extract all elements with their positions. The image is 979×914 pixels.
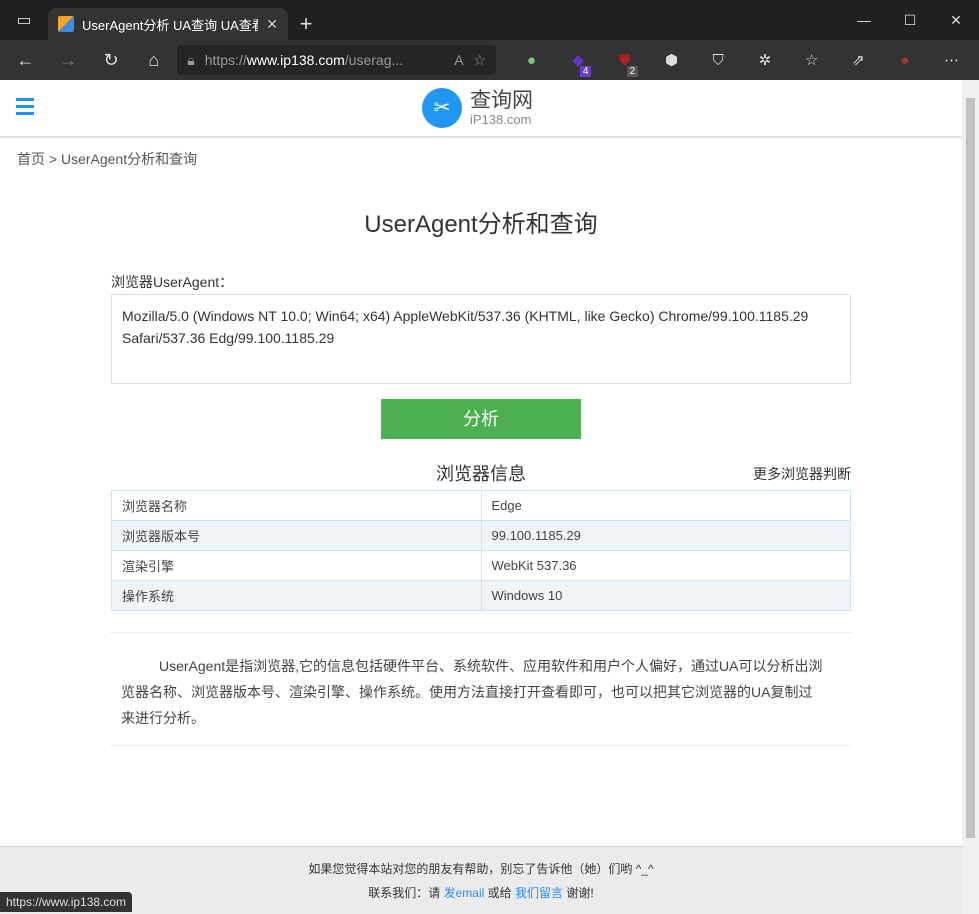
useragent-input[interactable]: Mozilla/5.0 (Windows NT 10.0; Win64; x64… [111, 294, 851, 384]
extension-badge: 4 [579, 66, 592, 77]
extensions-icon[interactable]: ✲ [744, 51, 787, 69]
close-tab-icon[interactable]: ✕ [266, 16, 278, 33]
row-label: 操作系统 [111, 580, 482, 611]
site-logo[interactable]: ✂ 查询网 iP138.com [422, 88, 533, 128]
page-title: UserAgent分析和查询 [364, 211, 598, 238]
email-link[interactable]: 发email [444, 886, 485, 900]
url-path: /userag... [344, 52, 404, 68]
scrollbar-thumb[interactable] [966, 98, 975, 838]
extension-badge: 2 [626, 65, 639, 77]
ua-label: 浏览器UserAgent： [111, 274, 234, 290]
extension-icon[interactable]: ◆ 4 [557, 51, 600, 77]
tools-icon: ✂ [422, 88, 462, 128]
row-label: 浏览器名称 [111, 490, 482, 521]
maximize-icon[interactable]: ☐ [887, 0, 933, 40]
read-aloud-icon[interactable]: A [454, 52, 463, 68]
title-bar: ▭ UserAgent分析 UA查询 UA查看 ✕ + — ☐ ✕ [0, 0, 979, 40]
status-bar: https://www.ip138.com [0, 892, 133, 912]
logo-name: 查询网 [470, 88, 533, 112]
extension-icon[interactable]: ⛉ [697, 52, 740, 69]
row-label: 渲染引擎 [111, 550, 482, 581]
profile-avatar[interactable]: ● [884, 52, 927, 69]
table-row: 操作系统 Windows 10 [111, 580, 851, 611]
message-link[interactable]: 我们留言 [515, 886, 563, 900]
info-table: 浏览器名称 Edge 浏览器版本号 99.100.1185.29 渲染引擎 WebKi… [111, 490, 851, 611]
address-bar[interactable]: 🔒︎ https://www.ip138.com/userag... A ☆ [177, 45, 497, 75]
minimize-icon[interactable]: — [841, 0, 887, 40]
scrollbar[interactable] [962, 80, 979, 914]
or-text: 或给 [487, 886, 512, 900]
favicon-icon [58, 16, 74, 32]
home-icon[interactable]: ⌂ [134, 50, 173, 71]
url-prefix: https:// [204, 52, 247, 68]
close-window-icon[interactable]: ✕ [933, 0, 979, 40]
share-icon[interactable]: ⇗ [837, 51, 880, 69]
description: UserAgent是指浏览器,它的信息包括硬件平台、系统软件、应用软件和用户个人… [111, 632, 851, 746]
more-link[interactable]: 更多浏览器判断 [753, 464, 851, 484]
row-label: 浏览器版本号 [111, 520, 482, 551]
refresh-icon[interactable]: ↻ [92, 50, 131, 71]
footer-text: 如果您觉得本站对您的朋友有帮助，别忘了告诉他（她）们哟 ^_^ [308, 862, 654, 876]
row-value: WebKit 537.36 [480, 550, 851, 581]
contact-text: 联系我们：请 [368, 886, 441, 900]
extension-icon[interactable]: ● [510, 52, 553, 69]
new-tab-icon[interactable]: + [288, 8, 324, 40]
table-row: 浏览器名称 Edge [111, 490, 851, 521]
site-header: ✂ 查询网 iP138.com [0, 80, 962, 137]
logo-domain: iP138.com [470, 111, 532, 127]
tab-actions-icon[interactable]: ▭ [0, 0, 48, 40]
extension-icon[interactable]: ⬢ [650, 51, 693, 69]
table-row: 渲染引擎 WebKit 537.36 [111, 550, 851, 581]
browser-tab[interactable]: UserAgent分析 UA查询 UA查看 ✕ [48, 8, 288, 40]
table-row: 浏览器版本号 99.100.1185.29 [111, 520, 851, 551]
favorites-icon[interactable]: ☆ [790, 51, 833, 69]
footer: 如果您觉得本站对您的朋友有帮助，别忘了告诉他（她）们哟 ^_^ 联系我们：请 发… [0, 846, 962, 914]
analyze-button[interactable]: 分析 [381, 399, 581, 439]
breadcrumb[interactable]: 首页 > UserAgent分析和查询 [17, 149, 197, 169]
ublock-icon[interactable]: ⛊ 2 [603, 52, 646, 77]
browser-toolbar: ← → ↻ ⌂ 🔒︎ https://www.ip138.com/userag.… [0, 40, 979, 80]
lock-icon: 🔒︎ [187, 51, 195, 68]
favorite-add-icon[interactable]: ☆ [474, 52, 487, 69]
tab-title: UserAgent分析 UA查询 UA查看 [82, 17, 259, 33]
forward-icon[interactable]: → [49, 50, 88, 71]
menu-icon[interactable] [16, 98, 34, 119]
row-value: Edge [480, 490, 851, 521]
row-value: Windows 10 [480, 580, 851, 611]
back-icon[interactable]: ← [6, 50, 45, 71]
web-page: ✂ 查询网 iP138.com 首页 > UserAgent分析和查询 UserA… [0, 80, 962, 914]
more-icon[interactable]: ⋯ [930, 51, 973, 69]
thanks-text: 谢谢! [566, 886, 594, 900]
row-value: 99.100.1185.29 [480, 520, 851, 551]
url-host: www.ip138.com [246, 52, 345, 68]
